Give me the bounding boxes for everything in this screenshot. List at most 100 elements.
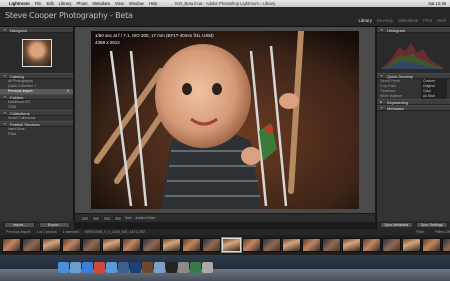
filmstrip-thumbnail[interactable]	[162, 238, 181, 252]
safari-icon[interactable]	[82, 262, 93, 273]
preview-icon[interactable]	[154, 262, 165, 273]
menu-metadata[interactable]: Metadata	[92, 1, 109, 6]
publish-item-flickr[interactable]: Flickr	[0, 132, 73, 137]
navigator-preview[interactable]	[0, 33, 73, 73]
filmstrip-thumbnail[interactable]	[22, 238, 41, 252]
lightroom-icon[interactable]	[118, 262, 129, 273]
right-panel: ▼ Histogram ▼ Quick Develop Saved Preset Cu…	[376, 27, 450, 229]
filmstrip-thumbnail[interactable]	[42, 238, 61, 252]
terminal-icon[interactable]	[166, 262, 177, 273]
filmstrip-thumbnail[interactable]	[342, 238, 361, 252]
metadata-label: Metadata	[387, 106, 404, 111]
navigator-header[interactable]: ▼ Navigator	[0, 27, 73, 33]
import-export-bar: Import... Export...	[0, 221, 74, 229]
loupe-view: 1/60 sec at f / 7.1, ISO 200, 17 mm (EF1…	[75, 27, 375, 213]
catalog-label: Catalog	[10, 74, 24, 79]
sync-bar: Sync Metadata Sync Settings	[377, 221, 450, 229]
itunes-icon[interactable]	[106, 262, 117, 273]
collapse-triangle-icon: ▼	[380, 74, 384, 78]
collapse-triangle-icon: ▼	[3, 111, 7, 115]
filmstrip-thumbnail[interactable]	[402, 238, 421, 252]
left-panel: ▼ Navigator ▼ Catalog All Photographs Quic…	[0, 27, 74, 229]
filmstrip-thumbnail[interactable]	[62, 238, 81, 252]
import-button[interactable]: Import...	[4, 222, 35, 228]
filmstrip-thumbnail[interactable]	[442, 238, 450, 252]
bridge-icon[interactable]	[142, 262, 153, 273]
sort-value[interactable]: Added Order	[135, 216, 155, 220]
info-overlay: 1/60 sec at f / 7.1, ISO 200, 17 mm (EF1…	[95, 33, 214, 38]
filmstrip-thumbnail[interactable]	[282, 238, 301, 252]
filmstrip-thumbnail[interactable]	[362, 238, 381, 252]
catalog-header[interactable]: ▼ Catalog	[0, 73, 73, 79]
folders-label: Folders	[10, 95, 24, 100]
filmstrip-thumbnail[interactable]	[82, 238, 101, 252]
navigator-label: Navigator	[10, 28, 28, 33]
photo-image	[91, 31, 359, 209]
compare-view-button[interactable]	[103, 215, 111, 221]
photoshop-icon[interactable]	[130, 262, 141, 273]
grid-view-button[interactable]	[81, 215, 89, 221]
collapse-triangle-icon: ▼	[3, 122, 7, 126]
menu-edit[interactable]: Edit	[46, 1, 53, 6]
module-library[interactable]: Library	[358, 18, 371, 23]
time-machine-icon[interactable]	[190, 262, 201, 273]
main-photo[interactable]: 1/60 sec at f / 7.1, ISO 200, 17 mm (EF1…	[91, 31, 359, 209]
collapse-triangle-icon: ▼	[3, 28, 7, 32]
collapse-triangle-icon: ▼	[3, 95, 7, 99]
finder-icon[interactable]	[58, 262, 69, 273]
sync-settings-button[interactable]: Sync Settings	[415, 222, 448, 228]
filmstrip-thumbnail[interactable]	[182, 238, 201, 252]
dock-icons	[58, 262, 213, 273]
module-slideshow[interactable]: Slideshow	[398, 18, 418, 23]
publish-services-header[interactable]: ▼ Publish Services	[0, 121, 73, 127]
filmstrip-thumbnail[interactable]	[302, 238, 321, 252]
mac-dock	[0, 255, 450, 281]
quick-develop-label: Quick Develop	[387, 74, 414, 79]
filmstrip-thumbnail[interactable]	[142, 238, 161, 252]
publish-services-label: Publish Services	[10, 122, 40, 127]
filmstrip-thumbnail[interactable]	[322, 238, 341, 252]
filmstrip-thumbnail[interactable]	[382, 238, 401, 252]
collapse-triangle-icon: ▼	[380, 106, 384, 110]
dimensions-overlay: 4368 x 2912	[95, 40, 120, 45]
survey-view-button[interactable]	[114, 215, 122, 221]
menu-library[interactable]: Library	[59, 1, 72, 6]
export-button[interactable]: Export...	[39, 222, 70, 228]
histogram[interactable]	[377, 33, 450, 73]
menu-clock[interactable]: Sat 12:48	[428, 1, 446, 6]
menu-bar: Lightroom File Edit Library Photo Metada…	[0, 0, 450, 7]
collections-header[interactable]: ▼ Collections	[0, 110, 73, 116]
filmstrip-thumbnail[interactable]	[122, 238, 141, 252]
filmstrip-thumbnail[interactable]	[202, 238, 221, 252]
menu-help[interactable]: Help	[149, 1, 158, 6]
sync-metadata-button[interactable]: Sync Metadata	[380, 222, 413, 228]
filmstrip-thumbnail[interactable]	[422, 238, 441, 252]
filmstrip-thumbnail[interactable]	[102, 238, 121, 252]
menu-view[interactable]: View	[115, 1, 124, 6]
collections-label: Collections	[10, 111, 30, 116]
filmstrip-thumbnail[interactable]	[262, 238, 281, 252]
filmstrip[interactable]	[0, 235, 450, 255]
menu-app-name[interactable]: Lightroom	[9, 1, 30, 6]
window-title: ISO_Beta.lrcat - Adobe Photoshop Lightro…	[175, 1, 276, 6]
filmstrip-thumbnail[interactable]	[2, 238, 21, 252]
module-picker: Library Develop Slideshow Print Web	[358, 18, 446, 23]
filmstrip-thumbnail[interactable]	[221, 237, 242, 253]
mail-icon[interactable]	[70, 262, 81, 273]
ical-icon[interactable]	[94, 262, 105, 273]
system-preferences-icon[interactable]	[178, 262, 189, 273]
menu-photo[interactable]: Photo	[76, 1, 87, 6]
filmstrip-thumbnail[interactable]	[242, 238, 261, 252]
module-develop[interactable]: Develop	[377, 18, 393, 23]
module-web[interactable]: Web	[437, 18, 446, 23]
trash-icon[interactable]	[202, 262, 213, 273]
metadata-header[interactable]: ▼ Metadata	[377, 105, 450, 111]
menu-window[interactable]: Window	[129, 1, 144, 6]
folders-header[interactable]: ▼ Folders	[0, 94, 73, 100]
navigator-thumbnail[interactable]	[21, 39, 52, 67]
module-print[interactable]: Print	[423, 18, 432, 23]
collapse-triangle-icon: ▼	[3, 74, 7, 78]
quick-develop-header[interactable]: ▼ Quick Develop	[377, 73, 450, 79]
loupe-view-button[interactable]	[92, 215, 100, 221]
menu-file[interactable]: File	[35, 1, 42, 6]
